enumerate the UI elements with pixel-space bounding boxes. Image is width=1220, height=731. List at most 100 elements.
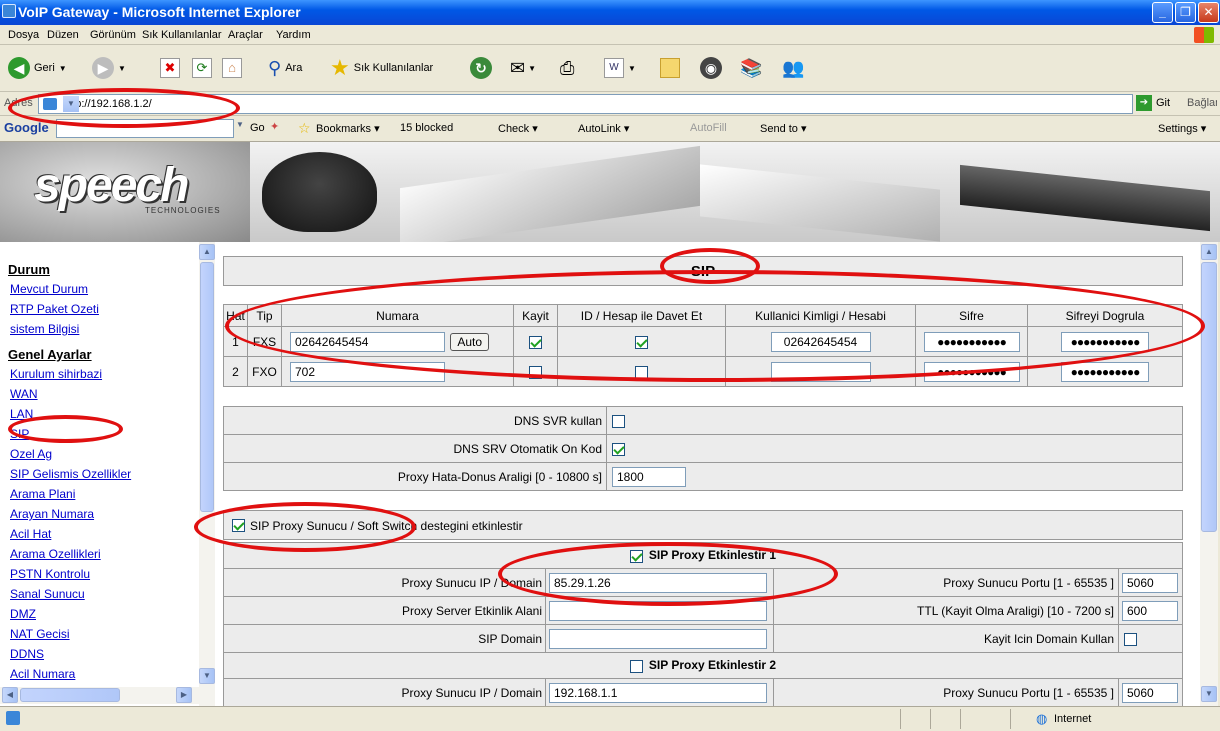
search-button[interactable]: ⚲ Ara [268,54,302,82]
nav-lan[interactable]: LAN [8,404,200,424]
spellcheck-button[interactable]: Check ▾ [498,122,538,135]
autofill-button[interactable]: AutoFill [690,122,727,134]
nav-kurulum[interactable]: Kurulum sihirbazi [8,364,200,384]
favorites-button[interactable]: ★ Sık Kullanılanlar [330,54,433,82]
google-go-button[interactable]: Go [250,122,265,134]
edit-button[interactable]: W ▼ [604,54,636,82]
main-scroll-thumb[interactable] [1201,262,1217,532]
menu-edit[interactable]: Düzen [47,29,79,41]
proxy1-port-input[interactable]: 5060 [1122,572,1178,593]
sidebar-scroll-down-icon[interactable]: ▼ [199,668,215,684]
settings-button[interactable]: Settings ▾ [1158,122,1206,135]
proxy2-port-input[interactable]: 5060 [1122,682,1178,703]
nav-acil-hat[interactable]: Acil Hat [8,524,200,544]
nav-mevcut-durum[interactable]: Mevcut Durum [8,279,200,299]
proxy1-ip-input[interactable]: 85.29.1.26 [549,572,767,593]
main-scroll-down-icon[interactable]: ▼ [1201,686,1217,702]
row1-kayit-checkbox[interactable] [529,335,542,349]
nav-nat-gecisi[interactable]: NAT Gecisi [8,624,200,644]
nav-rtp-paket[interactable]: RTP Paket Ozeti [8,299,200,319]
nav-sistem-bilgisi[interactable]: sistem Bilgisi [8,319,200,339]
row2-sifre-input[interactable]: ●●●●●●●●●●● [923,361,1020,382]
close-button[interactable]: ✕ [1198,2,1219,23]
forward-button[interactable]: ▶ ▼ [92,54,126,82]
row1-dogrula-input[interactable]: ●●●●●●●●●●● [1061,331,1149,352]
google-search-input[interactable] [56,119,234,138]
links-button[interactable]: Bağlantılar [1187,97,1217,109]
sidebar-hscroll-thumb[interactable] [20,688,120,702]
address-input[interactable]: http://192.168.1.2/ ▼ [38,94,1133,114]
sidebar-scroll-left-icon[interactable]: ◀ [2,687,18,703]
main-scroll-up-icon[interactable]: ▲ [1201,244,1217,260]
send-to-button[interactable]: Send to ▾ [760,122,807,135]
refresh-button[interactable]: ⟳ [192,54,212,82]
main-scrollbar[interactable]: ▲ ▼ [1200,242,1218,706]
sidebar-hscrollbar[interactable]: ◀ ▶ [0,687,199,704]
menu-view[interactable]: Görünüm [90,29,136,41]
auto-button[interactable]: Auto [450,332,490,351]
menu-file[interactable]: Dosya [8,29,39,41]
row2-davet-checkbox[interactable] [635,365,648,379]
nav-sip-gelismis[interactable]: SIP Gelismis Ozellikler [8,464,200,484]
messenger-button[interactable]: 👥 [782,54,804,82]
autolink-button[interactable]: AutoLink ▾ [578,122,629,135]
popup-blocked-button[interactable]: 15 blocked [400,122,453,134]
nav-pstn-kontrolu[interactable]: PSTN Kontrolu [8,564,200,584]
proxy1-domain-input[interactable] [549,628,767,649]
row2-numara-input[interactable]: 702 [290,361,445,382]
proxy1-ttl-input[interactable]: 600 [1122,600,1178,621]
bookmarks-button[interactable]: Bookmarks ▾ [316,122,380,135]
row2-kayit-checkbox[interactable] [529,365,542,379]
back-dropdown-icon[interactable]: ▼ [59,64,67,73]
sidebar-scroll-thumb[interactable] [200,262,214,512]
stop-button[interactable]: ✖ [160,54,180,82]
media-button[interactable]: ◉ [700,54,722,82]
row1-davet-checkbox[interactable] [635,335,648,349]
nav-acil-numara[interactable]: Acil Numara [8,664,200,684]
row2-kimlik-input[interactable] [770,361,871,382]
back-button[interactable]: ◀ Geri ▼ [8,54,67,82]
row1-numara-input[interactable]: 02642645454 [290,331,445,352]
google-dropdown-icon[interactable]: ▼ [236,120,244,129]
nav-sip[interactable]: SIP [8,424,200,444]
mail-dropdown-icon[interactable]: ▼ [528,64,536,73]
print-button[interactable]: ⎙ [560,54,574,82]
softswitch-checkbox[interactable] [232,519,245,532]
go-arrow-icon[interactable]: ➔ [1136,95,1152,111]
row1-kimlik-input[interactable]: 02642645454 [770,331,871,352]
menu-help[interactable]: Yardım [276,29,311,41]
row2-dogrula-input[interactable]: ●●●●●●●●●●● [1061,361,1149,382]
nav-wan[interactable]: WAN [8,384,200,404]
sidebar-scroll-up-icon[interactable]: ▲ [199,244,215,260]
sidebar-scroll-right-icon[interactable]: ▶ [176,687,192,703]
proxy1-use-domain-checkbox[interactable] [1124,632,1137,646]
mail-button[interactable]: ✉ ▼ [510,54,536,82]
proxy1-realm-input[interactable] [549,600,767,621]
nav-arayan-numara[interactable]: Arayan Numara [8,504,200,524]
menu-tools[interactable]: Araçlar [228,29,263,41]
menu-favorites[interactable]: Sık Kullanılanlar [142,29,222,41]
nav-ozel-ag[interactable]: Ozel Ag [8,444,200,464]
folder-button[interactable] [660,54,680,82]
proxy2-checkbox[interactable] [629,659,643,673]
proxy-retry-input[interactable]: 1800 [612,466,686,487]
address-dropdown-icon[interactable]: ▼ [63,96,79,112]
nav-arama-ozellikleri[interactable]: Arama Ozellikleri [8,544,200,564]
nav-sanal-sunucu[interactable]: Sanal Sunucu [8,584,200,604]
history-button[interactable]: ↻ [470,54,492,82]
home-button[interactable]: ⌂ [222,54,242,82]
go-button[interactable]: Git [1156,97,1170,109]
research-button[interactable]: 📚 [740,54,762,82]
pagerank-icon[interactable]: ✦ [270,120,279,133]
forward-dropdown-icon[interactable]: ▼ [118,64,126,73]
dns-srv-auto-checkbox[interactable] [612,442,625,456]
proxy1-checkbox[interactable] [629,549,643,563]
nav-ddns[interactable]: DDNS [8,644,200,664]
nav-arama-plani[interactable]: Arama Plani [8,484,200,504]
row1-sifre-input[interactable]: ●●●●●●●●●●● [923,331,1020,352]
proxy2-ip-input[interactable]: 192.168.1.1 [549,682,767,703]
maximize-button[interactable]: ❐ [1175,2,1196,23]
minimize-button[interactable]: _ [1152,2,1173,23]
nav-dmz[interactable]: DMZ [8,604,200,624]
edit-dropdown-icon[interactable]: ▼ [628,64,636,73]
